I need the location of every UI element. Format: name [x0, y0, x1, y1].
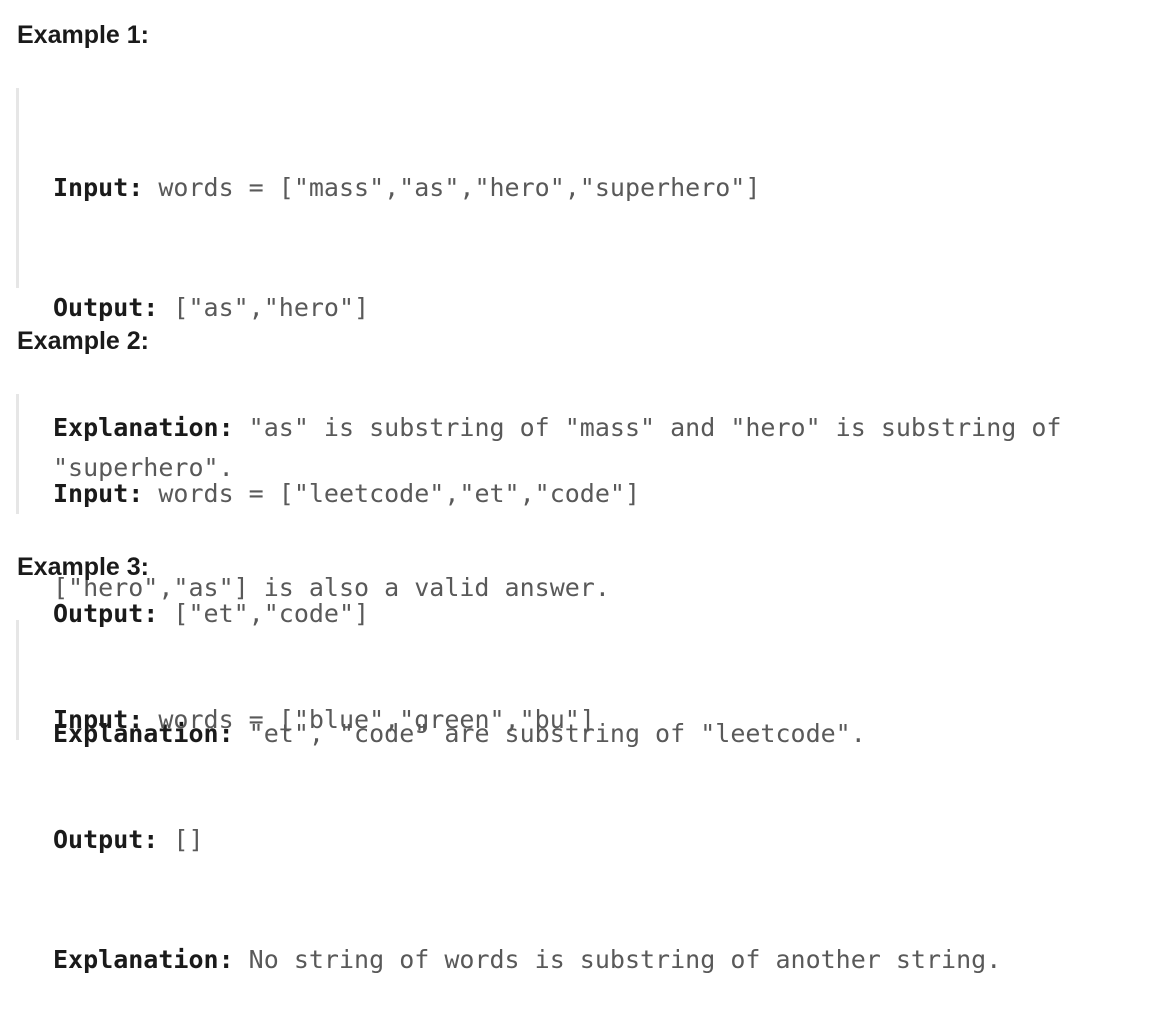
example-1-output-line: Output: ["as","hero"]	[53, 288, 1156, 328]
example-1-heading: Example 1:	[17, 21, 150, 49]
example-3-input-line: Input: words = ["blue","green","bu"]	[53, 700, 1156, 740]
output-value: ["as","hero"]	[158, 293, 370, 322]
input-value: words = ["mass","as","hero","superhero"]	[143, 173, 761, 202]
input-value: words = ["leetcode","et","code"]	[143, 479, 641, 508]
input-label: Input:	[53, 479, 144, 508]
input-label: Input:	[53, 705, 144, 734]
explanation-value: No string of words is substring of anoth…	[233, 945, 1002, 974]
input-value: words = ["blue","green","bu"]	[143, 705, 595, 734]
example-2-input-line: Input: words = ["leetcode","et","code"]	[53, 474, 1156, 514]
example-3-output-line: Output: []	[53, 820, 1156, 860]
output-value: []	[158, 825, 204, 854]
example-1-input-line: Input: words = ["mass","as","hero","supe…	[53, 168, 1156, 208]
explanation-label: Explanation:	[53, 945, 234, 974]
example-2-block: Input: words = ["leetcode","et","code"] …	[16, 394, 1156, 748]
example-2-heading: Example 2:	[17, 327, 150, 355]
example-3-heading: Example 3:	[17, 553, 150, 581]
example-1-block: Input: words = ["mass","as","hero","supe…	[16, 88, 1156, 602]
example-3-block: Input: words = ["blue","green","bu"] Out…	[16, 620, 1156, 974]
example-3-explanation-line: Explanation: No string of words is subst…	[53, 940, 1156, 980]
output-label: Output:	[53, 825, 159, 854]
output-label: Output:	[53, 293, 159, 322]
input-label: Input:	[53, 173, 144, 202]
